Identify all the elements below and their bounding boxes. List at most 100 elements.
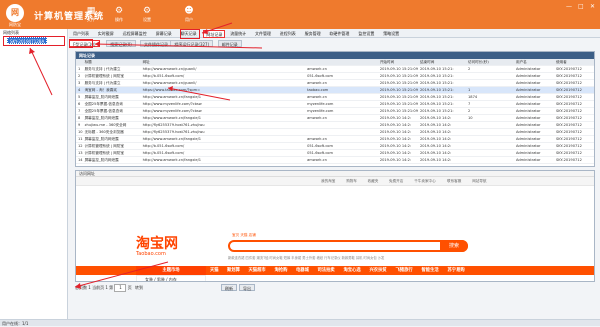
taobao-nav-item[interactable]: 淘宝心选 [344, 267, 361, 273]
taobao-topbar: 我的淘宝 购物车 收藏夹 免费开店 千牛卖家中心 联系客服 网站导航 [76, 177, 594, 186]
taobao-nav-item[interactable]: 苏宁易购 [448, 267, 465, 273]
table-cell: SKY-20190712 [554, 65, 594, 73]
table-cell: 淘宝网 - 淘！我喜欢 [82, 86, 141, 94]
taobao-topbar-link[interactable]: 网站导航 [472, 179, 486, 184]
table-row[interactable]: 10 无标题 - 360安全浏览器 http://fly6255379.host76… [76, 128, 594, 136]
table-cell: http://www.amwork.cn/fangxie/1 [140, 156, 306, 164]
table-row[interactable]: 12 计算机管理系统 | 网防宝 http://b.051-6soft.com/05… [76, 142, 594, 150]
table-cell: 2019-09-10 15:21: [418, 79, 466, 87]
taobao-nav-item[interactable]: 天猫 [210, 267, 219, 273]
taobao-topbar-link[interactable]: 收藏夹 [368, 179, 379, 184]
table-cell: 全国25年票据-信息查询 [82, 100, 141, 108]
table-cell: 051-6soft.com [305, 142, 378, 150]
table-cell: SKY-20190712 [554, 135, 594, 143]
export-button[interactable]: 导出 [239, 284, 255, 291]
tab-7[interactable]: 文件管理 [253, 30, 273, 38]
taobao-side-menu: 女装 / 男装 / 内衣鞋靴 / 箱包 / 配件童装玩具 / 孕产 / 用品 [136, 275, 206, 281]
table-row[interactable]: 5 屏幕监控_防内网泄露 http://www.amwork.cn/fangxie/… [76, 93, 594, 101]
tab-0[interactable]: 用户列表 [71, 30, 91, 38]
tab-1[interactable]: 实时截屏 [96, 30, 116, 38]
table-cell: http://www.myzenlife.com/?cbsw [140, 107, 306, 115]
table-row[interactable]: 9 zhujiwu.me - 360安全网 http://fly6255379.ho… [76, 121, 594, 129]
taobao-nav-item[interactable]: 兴农扶贫 [370, 267, 387, 273]
url-records-panel: 网址记录 标题 网址 开始时间 结束时间 访问时长(秒) 用户名 使用者 1 服务与支持 | … [75, 51, 595, 167]
table-cell: 2019-09-10 14:2: [377, 149, 418, 157]
tab-8[interactable]: 进程列表 [278, 30, 298, 38]
table-cell: 屏幕监控_防内网泄露 [82, 135, 141, 143]
tab-11[interactable]: 监控设置 [356, 30, 376, 38]
user-button[interactable]: ☻ 用户 [178, 6, 200, 26]
table-cell: 计算机管理系统 | 网防宝 [82, 142, 141, 150]
sidebar: 网络列表 SKY-20190712BA [0, 29, 68, 319]
file-button[interactable]: ▦ 文件 [80, 6, 102, 26]
table-cell: 2019-09-10 15:21:09 [377, 93, 418, 101]
url-records-table: 标题 网址 开始时间 结束时间 访问时长(秒) 用户名 使用者 1 服务与支持 | 代为建立 h… [76, 59, 594, 164]
subtab-1[interactable]: 搜索记录(0) [106, 40, 136, 47]
table-cell [305, 121, 378, 129]
table-row[interactable]: 2 计算机管理系统 | 网防宝 http://b.051-6soft.com/051… [76, 72, 594, 80]
row-index: 9 [76, 121, 83, 129]
table-row[interactable]: 8 屏幕监控_防内网泄露 http://www.amwork.cn/fangxie/… [76, 114, 594, 122]
page-input[interactable]: 1 [114, 284, 127, 292]
row-index: 2 [76, 72, 83, 80]
subtab-4[interactable]: 邮件记录 [217, 40, 242, 47]
table-cell: SKY-20190712 [554, 142, 594, 150]
table-cell: 计算机管理系统 | 网防宝 [82, 149, 141, 157]
user-icon: ☻ [184, 6, 194, 16]
taobao-nav-item[interactable]: 司法拍卖 [318, 267, 335, 273]
subtab-3[interactable]: 程序运行记录(327) [170, 40, 214, 47]
taobao-side-item[interactable]: 女装 / 男装 / 内衣 [137, 276, 205, 281]
taobao-nav-item[interactable]: 聚划算 [227, 267, 240, 273]
table-row[interactable]: 7 全国25年票据-信息查询 http://www.myzenlife.com/?c… [76, 107, 594, 115]
taobao-nav-item[interactable]: 飞猪旅行 [396, 267, 413, 273]
table-cell: 2019-09-10 15:21:09 [377, 86, 418, 94]
tab-5[interactable]: 网址记录 [203, 30, 226, 38]
table-row[interactable]: 6 全国25年票据-信息查询 http://www.myzenlife.com/?c… [76, 100, 594, 108]
taobao-nav-theme[interactable]: 主题市场 [136, 266, 206, 275]
taobao-search-button[interactable]: 搜索 [440, 240, 468, 252]
table-row[interactable]: 3 服务与支持 | 代为建立 http://www.amwork.cn/guanli… [76, 79, 594, 87]
table-row[interactable]: 13 计算机管理系统 | 网防宝 http://b.051-6soft.com/05… [76, 149, 594, 157]
subtab-2[interactable]: 文件操作记录 [140, 40, 172, 47]
table-row[interactable]: 4 淘宝网 - 淘！我喜欢 https://www.taobao.com/?spm=… [76, 86, 594, 94]
tab-12[interactable]: 策略设置 [381, 30, 401, 38]
row-index: 12 [76, 142, 83, 150]
settings-button[interactable]: ⚙ 设置 [136, 6, 158, 26]
refresh-button[interactable]: 刷新 [221, 284, 237, 291]
table-cell: amwork.cn [305, 156, 378, 164]
taobao-topbar-link[interactable]: 购物车 [346, 179, 357, 184]
taobao-topbar-link[interactable]: 我的淘宝 [321, 179, 335, 184]
table-row[interactable]: 11 屏幕监控_防内网泄露 http://www.amwork.cn/fangxie… [76, 135, 594, 143]
table-row[interactable]: 1 服务与支持 | 代为建立 http://www.amwork.cn/guanli… [76, 65, 594, 73]
taobao-nav-item[interactable]: 智能生活 [422, 267, 439, 273]
go-button[interactable]: 转到 [135, 285, 143, 290]
taobao-nav-item[interactable]: 电器城 [296, 267, 309, 273]
table-cell: 2019-09-10 15:21: [418, 65, 466, 73]
main-tabs: 用户列表 实时截屏 远程屏幕监控 屏幕记录 聊天记录 网址记录 流量统计 文件管理 进程列表 服务… [69, 29, 600, 38]
taobao-topbar-link[interactable]: 联系客服 [447, 179, 461, 184]
table-row[interactable]: 14 屏幕监控_防内网泄露 http://www.amwork.cn/fangxie… [76, 156, 594, 164]
table-cell: http://www.amwork.cn/fangxie/1 [140, 93, 306, 101]
tab-2[interactable]: 远程屏幕监控 [121, 30, 149, 38]
tab-9[interactable]: 服务管理 [303, 30, 323, 38]
taobao-search-tabs[interactable]: 宝贝 天猫 店铺 [232, 233, 256, 238]
table-cell: 1874 [466, 93, 514, 101]
taobao-logo: 淘宝网 [136, 236, 178, 252]
taobao-nav-item[interactable]: 淘抢购 [275, 267, 288, 273]
tab-6[interactable]: 流量统计 [228, 30, 248, 38]
taobao-search-input[interactable]: 搜索 [228, 240, 468, 252]
row-index: 5 [76, 93, 83, 101]
table-cell: 2019-09-10 15:21: [418, 93, 466, 101]
taobao-topbar-link[interactable]: 免费开店 [389, 179, 403, 184]
minimize-button[interactable]: — [566, 3, 572, 10]
maximize-button[interactable]: □ [578, 3, 584, 10]
taobao-topbar-link[interactable]: 千牛卖家中心 [414, 179, 436, 184]
table-cell: 2019-09-10 14:2: [418, 114, 466, 122]
table-cell: 2019-09-10 15:21: [418, 100, 466, 108]
close-button[interactable]: ✕ [590, 3, 595, 10]
operate-button[interactable]: ⚙ 操作 [108, 6, 130, 26]
table-cell: http://www.amwork.cn/fangxie/1 [140, 114, 306, 122]
tab-3[interactable]: 屏幕记录 [154, 30, 174, 38]
taobao-nav-item[interactable]: 天猫超市 [249, 267, 266, 273]
tab-10[interactable]: 软硬件管理 [327, 30, 351, 38]
